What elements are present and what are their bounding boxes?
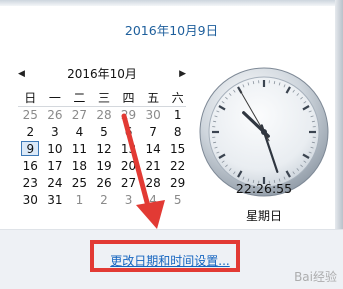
weekday-label: 四 — [122, 91, 135, 105]
calendar-day[interactable]: 12 — [92, 140, 117, 157]
calendar-month-title[interactable]: 2016年10月 — [18, 66, 186, 82]
calendar-day[interactable]: 18 — [67, 157, 92, 174]
weekday-label: 三 — [97, 91, 110, 105]
digital-time: 22:26:55 — [235, 181, 293, 196]
calendar-week-row: 9 10 11 12 13 14 15 — [18, 140, 190, 157]
calendar-day[interactable]: 2 — [18, 123, 43, 140]
calendar-day[interactable]: 24 — [43, 174, 68, 191]
calendar-day[interactable]: 6 — [116, 123, 141, 140]
weekday-header-divider — [18, 106, 186, 107]
today-label: 9 — [21, 141, 40, 156]
weekday-label: 五 — [147, 91, 160, 105]
calendar-day[interactable]: 7 — [141, 123, 166, 140]
calendar-day[interactable]: 25 — [18, 106, 43, 123]
calendar-day[interactable]: 29 — [116, 106, 141, 123]
calendar-day[interactable]: 2 — [92, 191, 117, 208]
calendar-week-row: 16 17 18 19 20 21 22 — [18, 157, 190, 174]
calendar-day[interactable]: 5 — [165, 191, 190, 208]
calendar-day[interactable]: 3 — [116, 191, 141, 208]
calendar-day[interactable]: 10 — [43, 140, 68, 157]
calendar-day[interactable]: 15 — [165, 140, 190, 157]
calendar-day[interactable]: 31 — [43, 191, 68, 208]
calendar-day[interactable]: 17 — [43, 157, 68, 174]
calendar-day[interactable]: 3 — [43, 123, 68, 140]
calendar-day[interactable]: 11 — [67, 140, 92, 157]
calendar-day[interactable]: 1 — [165, 106, 190, 123]
calendar-week-row: 23 24 25 26 27 28 29 — [18, 174, 190, 191]
calendar-day[interactable]: 5 — [92, 123, 117, 140]
full-date-link[interactable]: 2016年10月9日 — [0, 20, 343, 39]
weekday-label: 六 — [171, 91, 184, 105]
calendar-day[interactable]: 26 — [43, 106, 68, 123]
weekday-label: 星期日 — [245, 209, 282, 223]
watermark-text: Bai经验 — [294, 270, 337, 284]
calendar-day[interactable]: 28 — [92, 106, 117, 123]
calendar-day[interactable]: 20 — [116, 157, 141, 174]
calendar-day[interactable]: 26 — [92, 174, 117, 191]
calendar-day[interactable]: 16 — [18, 157, 43, 174]
flyout-top-edge — [0, 0, 343, 6]
calendar-day[interactable]: 19 — [92, 157, 117, 174]
calendar-day[interactable]: 29 — [165, 174, 190, 191]
date-time-flyout: 2016年10月9日 ◀ 2016年10月 ▶ 日 一 二 三 四 五 六 25… — [0, 0, 343, 289]
weekday-label: 一 — [48, 91, 61, 105]
calendar-day[interactable]: 21 — [141, 157, 166, 174]
calendar-day[interactable]: 23 — [18, 174, 43, 191]
weekday-label: 日 — [24, 91, 37, 105]
next-month-icon[interactable]: ▶ — [179, 66, 186, 82]
analog-clock — [196, 64, 332, 200]
calendar-day[interactable]: 8 — [165, 123, 190, 140]
calendar-day[interactable]: 22 — [165, 157, 190, 174]
calendar-day[interactable]: 27 — [116, 174, 141, 191]
weekday-header-row: 日 一 二 三 四 五 六 — [18, 89, 190, 106]
calendar-day-today[interactable]: 9 — [18, 140, 43, 157]
calendar-day[interactable]: 27 — [67, 106, 92, 123]
calendar-navigation: ◀ 2016年10月 ▶ — [18, 66, 186, 82]
calendar-day[interactable]: 14 — [141, 140, 166, 157]
calendar-day[interactable]: 28 — [141, 174, 166, 191]
calendar-week-row: 25 26 27 28 29 30 1 — [18, 106, 190, 123]
calendar-day[interactable]: 1 — [67, 191, 92, 208]
calendar-day[interactable]: 30 — [141, 106, 166, 123]
calendar-day[interactable]: 4 — [67, 123, 92, 140]
weekday-label: 二 — [73, 91, 86, 105]
calendar-week-row: 30 31 1 2 3 4 5 — [18, 191, 190, 208]
calendar-day[interactable]: 25 — [67, 174, 92, 191]
calendar-day[interactable]: 4 — [141, 191, 166, 208]
calendar-day[interactable]: 13 — [116, 140, 141, 157]
calendar-day[interactable]: 30 — [18, 191, 43, 208]
calendar-week-row: 2 3 4 5 6 7 8 — [18, 123, 190, 140]
clock-face-icon — [199, 67, 329, 197]
annotation-highlight-box — [90, 240, 240, 272]
